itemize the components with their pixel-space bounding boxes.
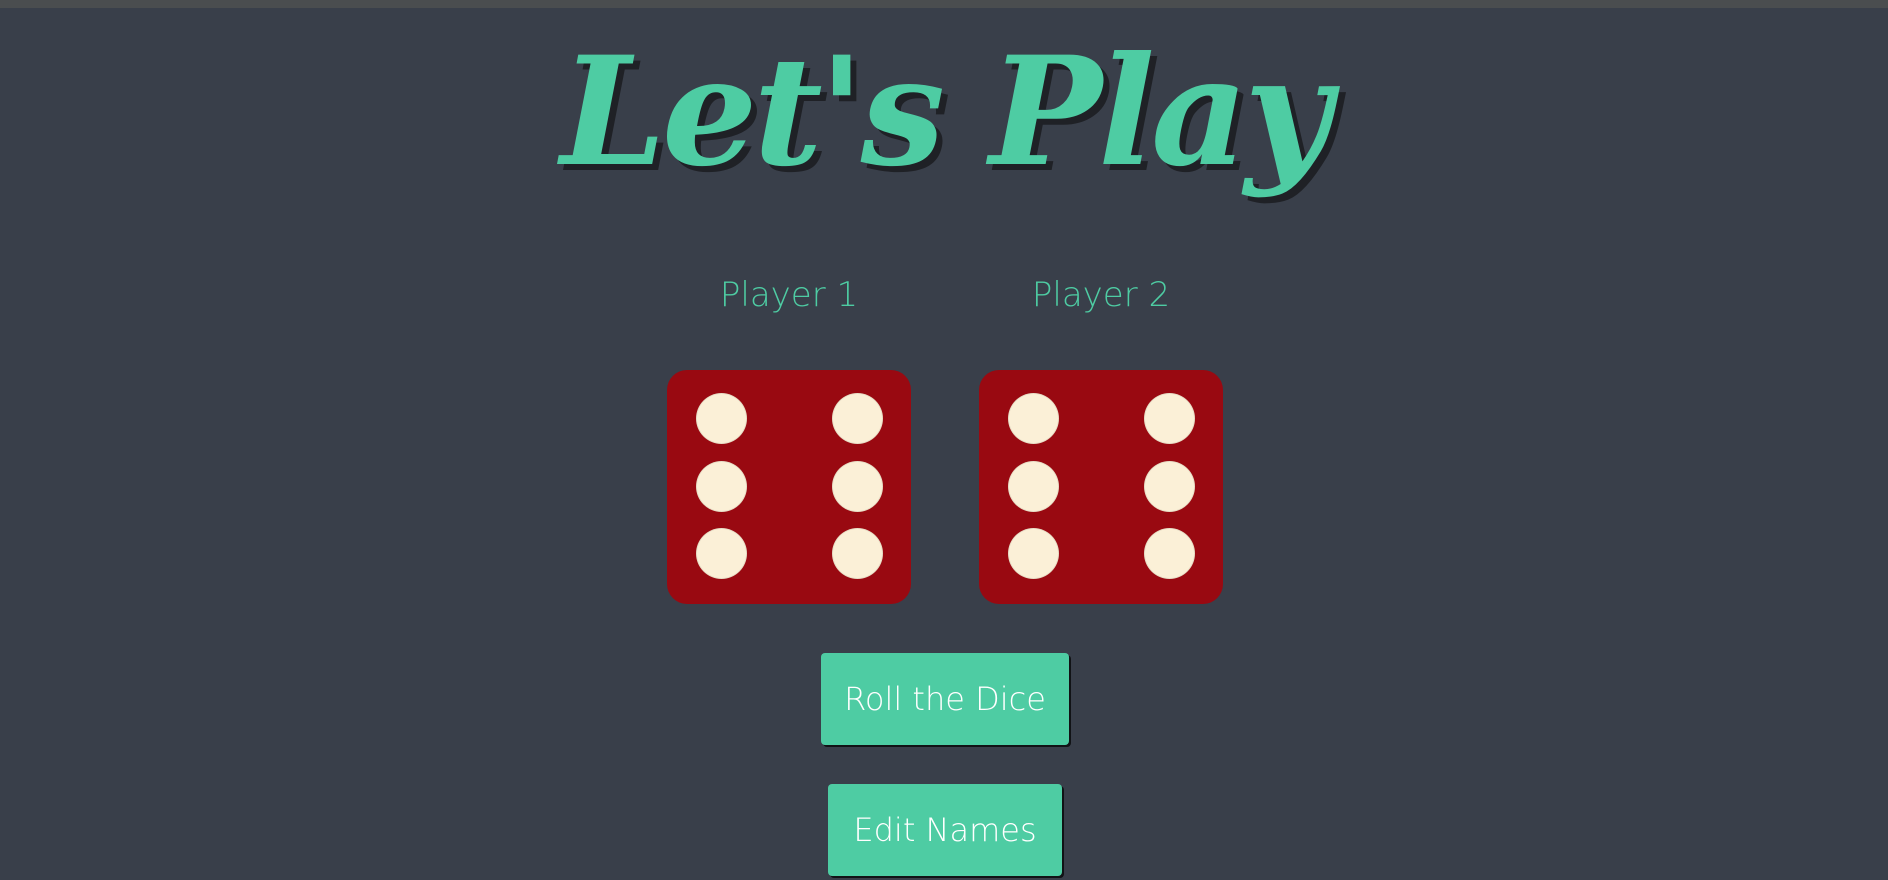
die-pip	[1008, 461, 1059, 512]
roll-dice-button[interactable]: Roll the Dice	[821, 653, 1069, 745]
player-2-label: Player 2	[1031, 275, 1171, 315]
player-1-die	[667, 370, 911, 604]
die-pip	[832, 461, 883, 512]
die-pip	[696, 461, 747, 512]
die-pip	[832, 393, 883, 444]
die-pip	[1144, 393, 1195, 444]
die-pip	[696, 393, 747, 444]
die-pip	[832, 528, 883, 579]
die-pip	[1008, 393, 1059, 444]
player-2-die	[979, 370, 1223, 604]
top-strip	[0, 0, 1888, 8]
die-pip	[1144, 528, 1195, 579]
die-pip	[1008, 528, 1059, 579]
player-1-label: Player 1	[719, 275, 859, 315]
die-pip	[696, 528, 747, 579]
edit-names-button[interactable]: Edit Names	[828, 784, 1062, 876]
die-pip	[1144, 461, 1195, 512]
page-title: Let's Play	[560, 24, 1332, 200]
